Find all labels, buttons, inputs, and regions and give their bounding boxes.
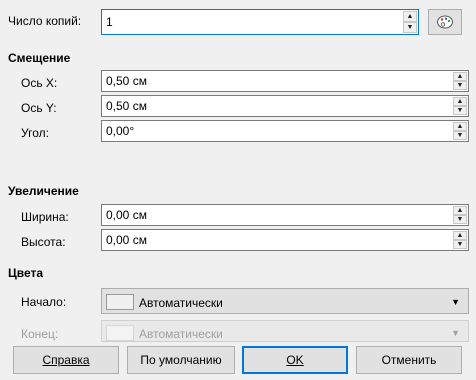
width-increment-button[interactable]: ▲ <box>453 206 467 215</box>
axis-y-spinbox[interactable]: 0,50 см ▲ ▼ <box>101 95 469 117</box>
copies-spinbox[interactable]: 1 ▲ ▼ <box>101 9 419 35</box>
copies-label-text: Число копий: <box>8 14 82 28</box>
restore-defaults-label: По умолчанию <box>140 353 222 367</box>
color-picker-button[interactable] <box>428 9 462 35</box>
axis-y-label: Ось Y: <box>21 101 57 115</box>
width-spinbox[interactable]: 0,00 см ▲ ▼ <box>101 204 469 226</box>
height-spinbox[interactable]: 0,00 см ▲ ▼ <box>101 229 469 251</box>
color-start-dropdown[interactable]: Автоматически ▼ <box>101 288 469 314</box>
cancel-button[interactable]: Отменить <box>356 346 462 374</box>
ok-button-label: OK <box>286 353 304 367</box>
ok-button[interactable]: OK <box>242 346 348 374</box>
help-button-label: Справка <box>42 353 90 367</box>
start-color-swatch <box>106 294 134 310</box>
axis-x-label: Ось X: <box>21 76 58 90</box>
width-label: Ширина: <box>21 210 69 224</box>
height-label: Высота: <box>21 235 66 249</box>
height-value: 0,00 см <box>106 233 147 247</box>
enlargement-section-title: Увеличение <box>8 184 79 198</box>
copies-increment-button[interactable]: ▲ <box>403 11 417 22</box>
axis-x-spinbox[interactable]: 0,50 см ▲ ▼ <box>101 70 469 92</box>
end-color-swatch <box>106 325 134 341</box>
axis-x-decrement-button[interactable]: ▼ <box>453 81 467 90</box>
restore-defaults-button[interactable]: По умолчанию <box>127 346 235 374</box>
width-value: 0,00 см <box>106 208 147 222</box>
colors-section-title: Цвета <box>8 266 44 280</box>
angle-label: Угол: <box>21 126 49 140</box>
chevron-down-icon: ▼ <box>451 297 460 307</box>
angle-spinbox[interactable]: 0,00° ▲ ▼ <box>101 120 469 142</box>
start-color-value: Автоматически <box>139 296 223 310</box>
offset-section-title: Смещение <box>8 51 71 65</box>
palette-icon <box>437 15 453 29</box>
copies-label: Число копий: <box>8 14 81 28</box>
copies-value: 1 <box>106 15 113 29</box>
width-decrement-button[interactable]: ▼ <box>453 215 467 224</box>
axis-y-increment-button[interactable]: ▲ <box>453 97 467 106</box>
chevron-down-disabled-icon: ▼ <box>451 328 460 338</box>
distribution-dialog: { "copies": { "label": "Число копий:", "… <box>0 0 476 380</box>
color-end-dropdown: Автоматически ▼ <box>101 320 469 342</box>
angle-increment-button[interactable]: ▲ <box>453 122 467 131</box>
color-start-label: Начало: <box>21 295 67 309</box>
axis-x-value: 0,50 см <box>106 74 147 88</box>
axis-x-increment-button[interactable]: ▲ <box>453 72 467 81</box>
copies-decrement-button[interactable]: ▼ <box>403 22 417 33</box>
height-decrement-button[interactable]: ▼ <box>453 240 467 249</box>
help-button[interactable]: Справка <box>13 346 119 374</box>
height-increment-button[interactable]: ▲ <box>453 231 467 240</box>
angle-decrement-button[interactable]: ▼ <box>453 131 467 140</box>
axis-y-value: 0,50 см <box>106 99 147 113</box>
axis-y-decrement-button[interactable]: ▼ <box>453 106 467 115</box>
end-color-value: Автоматически <box>139 327 223 341</box>
color-end-label: Конец: <box>21 327 59 341</box>
angle-value: 0,00° <box>106 124 135 138</box>
cancel-button-label: Отменить <box>381 353 437 367</box>
